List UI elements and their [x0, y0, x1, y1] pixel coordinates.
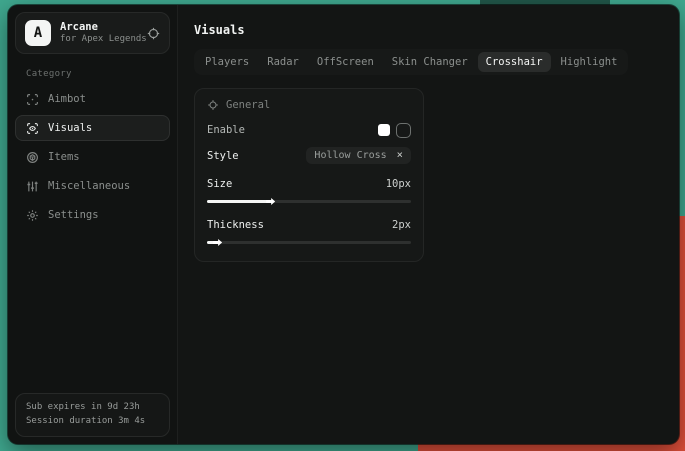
thickness-slider-track — [207, 241, 411, 244]
sidebar-item-aimbot[interactable]: Aimbot — [15, 86, 170, 112]
app-title: Arcane — [60, 21, 138, 34]
panel-title: General — [226, 99, 270, 111]
tab-offscreen[interactable]: OffScreen — [309, 52, 382, 72]
cheat-menu-window: A Arcane for Apex Legends Category — [8, 5, 679, 444]
logo-text: Arcane for Apex Legends — [60, 21, 138, 46]
sidebar-item-visuals[interactable]: Visuals — [15, 115, 170, 141]
style-dropdown[interactable]: Hollow Cross × — [306, 147, 411, 164]
sidebar-item-label: Aimbot — [48, 93, 86, 105]
package-icon — [26, 151, 39, 164]
style-selected-value: Hollow Cross — [314, 150, 386, 161]
size-row: Size 10px — [207, 176, 411, 192]
sidebar-item-label: Items — [48, 151, 80, 163]
session-duration-text: Session duration 3m 4s — [26, 415, 159, 429]
general-panel: General Enable Style Hollow Cross × Size… — [194, 88, 424, 262]
page-title: Visuals — [194, 23, 663, 37]
scan-target-icon — [26, 93, 39, 106]
gear-icon — [26, 209, 39, 222]
app-logo: A — [25, 20, 51, 46]
category-label: Category — [26, 69, 159, 79]
crosshair-icon[interactable] — [147, 27, 160, 40]
size-value: 10px — [386, 178, 411, 190]
thickness-slider[interactable] — [207, 239, 411, 246]
subscription-info-box: Sub expires in 9d 23h Session duration 3… — [15, 393, 170, 437]
enable-checkbox[interactable] — [396, 123, 411, 138]
scope-icon — [207, 99, 219, 111]
enable-controls — [378, 123, 411, 138]
size-label: Size — [207, 178, 232, 190]
tab-radar[interactable]: Radar — [259, 52, 307, 72]
thickness-row: Thickness 2px — [207, 217, 411, 233]
sliders-icon — [26, 180, 39, 193]
logo-card: A Arcane for Apex Legends — [15, 12, 170, 54]
thickness-value: 2px — [392, 219, 411, 231]
sidebar-spacer — [14, 228, 171, 393]
visuals-tabbar: Players Radar OffScreen Skin Changer Cro… — [194, 49, 628, 75]
enable-label: Enable — [207, 124, 245, 136]
crosshair-color-swatch[interactable] — [378, 124, 390, 136]
sidebar-nav: Aimbot Visuals — [14, 86, 171, 228]
tab-players[interactable]: Players — [197, 52, 257, 72]
main-content: Visuals Players Radar OffScreen Skin Cha… — [178, 5, 679, 444]
sidebar-item-label: Miscellaneous — [48, 180, 130, 192]
enable-row: Enable — [207, 122, 411, 138]
tab-crosshair[interactable]: Crosshair — [478, 52, 551, 72]
app-subtitle: for Apex Legends — [60, 34, 138, 46]
style-row: Style Hollow Cross × — [207, 147, 411, 164]
style-label: Style — [207, 150, 239, 162]
tab-highlight[interactable]: Highlight — [553, 52, 626, 72]
size-slider-fill — [207, 200, 268, 203]
thickness-label: Thickness — [207, 219, 264, 231]
panel-header: General — [207, 99, 411, 111]
tab-skin-changer[interactable]: Skin Changer — [384, 52, 476, 72]
sub-expiry-text: Sub expires in 9d 23h — [26, 401, 159, 415]
size-slider[interactable] — [207, 198, 411, 205]
eye-scan-icon — [26, 122, 39, 135]
sidebar-item-label: Visuals — [48, 122, 92, 134]
sidebar-item-items[interactable]: Items — [15, 144, 170, 170]
sidebar: A Arcane for Apex Legends Category — [8, 5, 178, 444]
sidebar-item-label: Settings — [48, 209, 99, 221]
clear-style-icon[interactable]: × — [397, 150, 403, 161]
sidebar-item-miscellaneous[interactable]: Miscellaneous — [15, 173, 170, 199]
sidebar-item-settings[interactable]: Settings — [15, 202, 170, 228]
